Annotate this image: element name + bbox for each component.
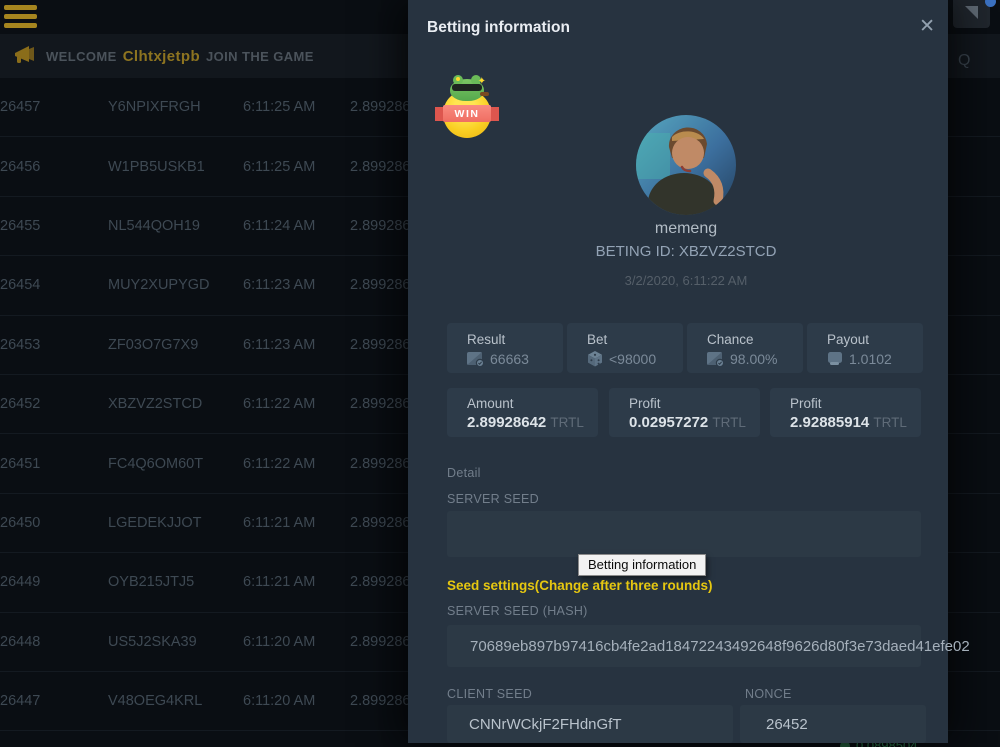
username: memeng: [416, 220, 956, 238]
stat-bet: Bet <98000: [567, 323, 683, 373]
welcome-username: Clhtxjetpb: [123, 48, 200, 65]
betting-id: BETING ID: XBZVZ2STCD: [416, 243, 956, 260]
bet-time-cell: 6:11:20 AM: [243, 613, 315, 671]
bet-id-cell: 26457: [0, 78, 40, 136]
bet-id-cell: 26452: [0, 375, 40, 433]
bet-id-cell: 26447: [0, 672, 40, 730]
bet-id-cell: 26453: [0, 316, 40, 374]
app-root: WELCOMEClhtxjetpbJOIN THE GAME Q 26457 Y…: [0, 0, 1000, 747]
bet-code-cell: XBZVZ2STCD: [108, 375, 202, 433]
detail-label: Detail: [447, 466, 481, 480]
seed-settings-heading: Seed settings(Change after three rounds): [447, 578, 713, 593]
amount-box: Amount 2.89928642 TRTL: [447, 388, 598, 437]
modal-title: Betting information: [427, 19, 570, 37]
chat-toggle-button[interactable]: [953, 0, 990, 28]
bet-id-cell: 26449: [0, 553, 40, 611]
win-badge: ✦ WIN: [435, 78, 499, 130]
menu-hamburger-icon[interactable]: [4, 5, 37, 32]
bet-time-cell: 6:11:25 AM: [243, 78, 315, 136]
bet-time-cell: 6:11:23 AM: [243, 316, 315, 374]
betting-information-tooltip: Betting information: [578, 554, 706, 576]
server-seed-field[interactable]: [447, 511, 921, 557]
payout-icon: [827, 352, 843, 366]
bet-time-cell: 6:11:22 AM: [243, 434, 315, 492]
bet-code-cell: NL544QOH19: [108, 197, 200, 255]
win-label: WIN: [443, 105, 491, 122]
currency-label: TRTL: [550, 415, 584, 430]
bet-time-cell: 6:11:21 AM: [243, 494, 315, 552]
send-arrow-icon: [953, 0, 990, 28]
bet-time-cell: 6:11:22 AM: [243, 375, 315, 433]
background-text-fragment: Q: [958, 52, 970, 70]
sparkle-icon: ✦: [478, 76, 486, 87]
bet-time-cell: 6:11:23 AM: [243, 256, 315, 314]
bet-timestamp: 3/2/2020, 6:11:22 AM: [416, 273, 956, 288]
client-seed-label: CLIENT SEED: [447, 687, 532, 701]
bet-code-cell: FC4Q6OM60T: [108, 434, 203, 492]
betting-information-modal: Betting information ✕ ✦ WIN: [408, 0, 948, 743]
bet-time-cell: 6:11:25 AM: [243, 137, 315, 195]
nonce-field[interactable]: 26452: [740, 705, 926, 743]
bet-code-cell: OYB215JTJ5: [108, 553, 194, 611]
total-profit-box: Profit 2.92885914 TRTL: [770, 388, 921, 437]
dice-icon: [587, 351, 603, 367]
client-seed-field[interactable]: CNNrWCkjF2FHdnGfT: [447, 705, 733, 743]
bet-code-cell: Y6NPIXFRGH: [108, 78, 201, 136]
stat-result: Result 66663: [447, 323, 563, 373]
frog-mascot-icon: ✦: [450, 79, 484, 101]
notification-badge: [985, 0, 996, 7]
nonce-label: NONCE: [745, 687, 792, 701]
bet-time-cell: 6:11:21 AM: [243, 553, 315, 611]
bet-time-cell: 6:11:24 AM: [243, 197, 315, 255]
close-icon[interactable]: ✕: [919, 17, 935, 36]
welcome-message: WELCOMEClhtxjetpbJOIN THE GAME: [46, 34, 314, 78]
bet-id-cell: 26450: [0, 494, 40, 552]
avatar-photo: [636, 115, 736, 215]
bet-code-cell: MUY2XUPYGD: [108, 256, 210, 314]
server-seed-hash-field[interactable]: 70689eb897b97416cb4fe2ad18472243492648f9…: [447, 625, 921, 667]
bet-code-cell: US5J2SKA39: [108, 613, 197, 671]
bet-time-cell: 6:11:20 AM: [243, 672, 315, 730]
avatar[interactable]: [636, 115, 736, 215]
bet-code-cell: W1PB5USKB1: [108, 137, 205, 195]
bet-id-cell: 26455: [0, 197, 40, 255]
server-seed-label: SERVER SEED: [447, 492, 539, 506]
bet-id-cell: 26451: [0, 434, 40, 492]
bet-id-cell: 26448: [0, 613, 40, 671]
currency-label: TRTL: [873, 415, 907, 430]
bet-id-cell: 26454: [0, 256, 40, 314]
stat-payout: Payout 1.0102: [807, 323, 923, 373]
stat-chance: Chance 98.00%: [687, 323, 803, 373]
chance-icon: [707, 352, 724, 367]
bet-code-cell: V48OEG4KRL: [108, 672, 202, 730]
bet-code-cell: ZF03O7G7X9: [108, 316, 198, 374]
profit-box: Profit 0.02957272 TRTL: [609, 388, 760, 437]
megaphone-icon: [13, 43, 39, 67]
bet-code-cell: LGEDEKJJOT: [108, 494, 201, 552]
server-seed-hash-label: SERVER SEED (HASH): [447, 604, 588, 618]
win-ribbon: WIN: [435, 105, 499, 122]
result-icon: [467, 352, 484, 367]
bet-id-cell: 26456: [0, 137, 40, 195]
currency-label: TRTL: [712, 415, 746, 430]
